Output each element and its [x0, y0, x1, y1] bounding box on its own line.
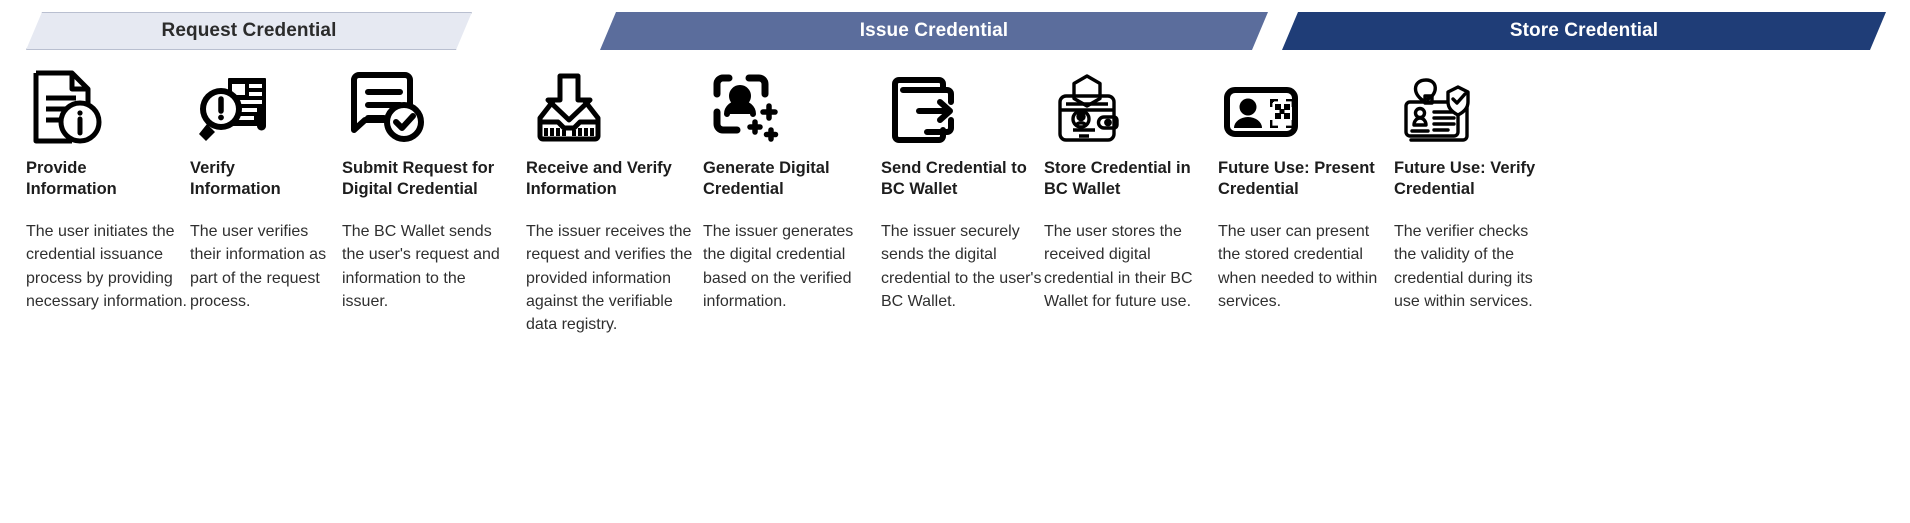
document-check-icon: [342, 62, 514, 146]
step-card-send-credential[interactable]: Send Credential to BC Wallet The issuer …: [881, 62, 1047, 313]
phase-banner-row: Request Credential Issue Credential Stor…: [0, 12, 1910, 52]
step-body: The issuer generates the digital credent…: [703, 223, 854, 310]
step-body: The BC Wallet sends the user's request a…: [342, 223, 500, 310]
step-card-store-credential[interactable]: Store Credential in BC Wallet The user s…: [1044, 62, 1204, 313]
step-card-receive-verify[interactable]: Receive and Verify Information The issue…: [526, 62, 694, 336]
step-body: The user can present the stored credenti…: [1218, 223, 1378, 310]
step-title: Verify Information: [190, 159, 281, 199]
step-title: Receive and Verify Information: [526, 159, 672, 199]
step-title: Store Credential in BC Wallet: [1044, 159, 1191, 199]
phase-banner-request[interactable]: Request Credential: [26, 12, 472, 50]
diagram-canvas: Request Credential Issue Credential Stor…: [0, 0, 1910, 523]
step-title: Submit Request for Digital Credential: [342, 159, 495, 199]
document-info-icon: [26, 62, 194, 146]
wallet-id-hex-icon: [1044, 62, 1204, 146]
inbox-download-icon: [526, 62, 694, 146]
step-card-generate-credential[interactable]: Generate Digital Credential The issuer g…: [703, 62, 871, 313]
step-card-present-credential[interactable]: Future Use: Present Credential The user …: [1218, 62, 1384, 313]
step-card-submit-request[interactable]: Submit Request for Digital Credential Th…: [342, 62, 514, 313]
step-title: Future Use: Present Credential: [1218, 159, 1375, 199]
phase-banner-issue-label: Issue Credential: [859, 20, 1009, 41]
step-body: The issuer receives the request and veri…: [526, 223, 693, 333]
phase-banner-issue[interactable]: Issue Credential: [600, 12, 1268, 50]
id-card-sparkle-icon: [703, 62, 871, 146]
step-title: Provide Information: [26, 159, 117, 199]
phase-banner-store[interactable]: Store Credential: [1282, 12, 1886, 50]
badge-lanyard-verified-icon: [1394, 62, 1554, 146]
step-card-verify-credential[interactable]: Future Use: Verify Credential The verifi…: [1394, 62, 1554, 313]
phase-banner-request-label: Request Credential: [161, 20, 337, 41]
step-card-provide-information[interactable]: Provide Information The user initiates t…: [26, 62, 194, 313]
step-body: The issuer securely sends the digital cr…: [881, 223, 1042, 310]
magnifier-alert-document-icon: [190, 62, 340, 146]
phase-banner-store-label: Store Credential: [1509, 20, 1659, 41]
step-card-verify-information[interactable]: Verify Information The user verifies the…: [190, 62, 340, 313]
step-body: The user initiates the credential issuan…: [26, 223, 187, 310]
step-body: The user stores the received digital cre…: [1044, 223, 1193, 310]
step-title: Send Credential to BC Wallet: [881, 159, 1027, 199]
step-body: The user verifies their information as p…: [190, 223, 327, 310]
id-card-qr-icon: [1218, 62, 1384, 146]
step-title: Future Use: Verify Credential: [1394, 159, 1536, 199]
wallet-arrow-out-icon: [881, 62, 1047, 146]
step-body: The verifier checks the validity of the …: [1394, 223, 1533, 310]
step-title: Generate Digital Credential: [703, 159, 830, 199]
